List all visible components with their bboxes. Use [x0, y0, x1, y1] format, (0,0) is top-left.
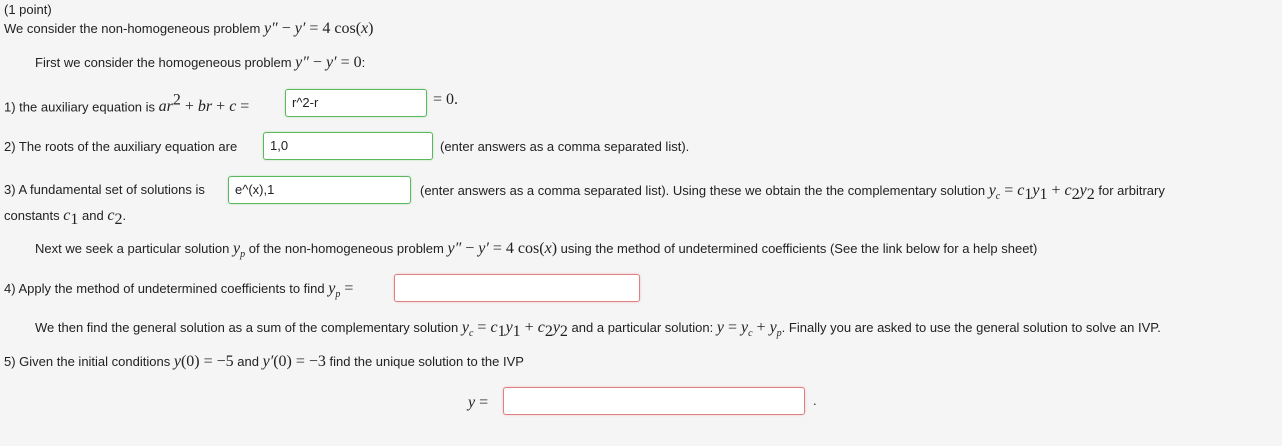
q2-label: 2) The roots of the auxiliary equation a… — [4, 139, 238, 154]
q5-y-label: y = — [468, 394, 489, 411]
q1-answer-input[interactable]: r^2-r — [285, 89, 427, 117]
q5-period: . — [813, 393, 817, 408]
q5-answer-input[interactable] — [503, 387, 805, 415]
homogeneous-expression: y″ − y′ = 0 — [295, 54, 362, 71]
q3-line2: constants c1 and c2. — [4, 207, 127, 229]
homogeneous-text: First we consider the homogeneous proble… — [35, 54, 366, 71]
q1-suffix: = 0. — [433, 91, 459, 108]
intro-text: We consider the non-homogeneous problem … — [4, 20, 374, 37]
q4-answer-input[interactable] — [394, 274, 640, 302]
q1-label: 1) the auxiliary equation is ar2 + br + … — [4, 92, 250, 116]
particular-intro-text: Next we seek a particular solution yp of… — [35, 240, 1038, 261]
q5-label: 5) Given the initial conditions y(0) = −… — [4, 353, 524, 370]
ode-expression: y″ − y′ = 4 cos(x) — [263, 20, 374, 37]
q3-label: 3) A fundamental set of solutions is — [4, 182, 205, 197]
q2-suffix: (enter answers as a comma separated list… — [440, 139, 690, 154]
q4-label: 4) Apply the method of undetermined coef… — [4, 280, 354, 301]
complementary-solution-expression: yc = c1y1 + c2y2 — [988, 182, 1095, 204]
general-solution-text: We then find the general solution as a s… — [35, 319, 1161, 341]
points-label: (1 point) — [4, 2, 52, 17]
q3-answer-input[interactable]: e^(x),1 — [228, 176, 411, 204]
q3-suffix: (enter answers as a comma separated list… — [420, 182, 1165, 204]
q2-answer-input[interactable]: 1,0 — [263, 132, 433, 160]
